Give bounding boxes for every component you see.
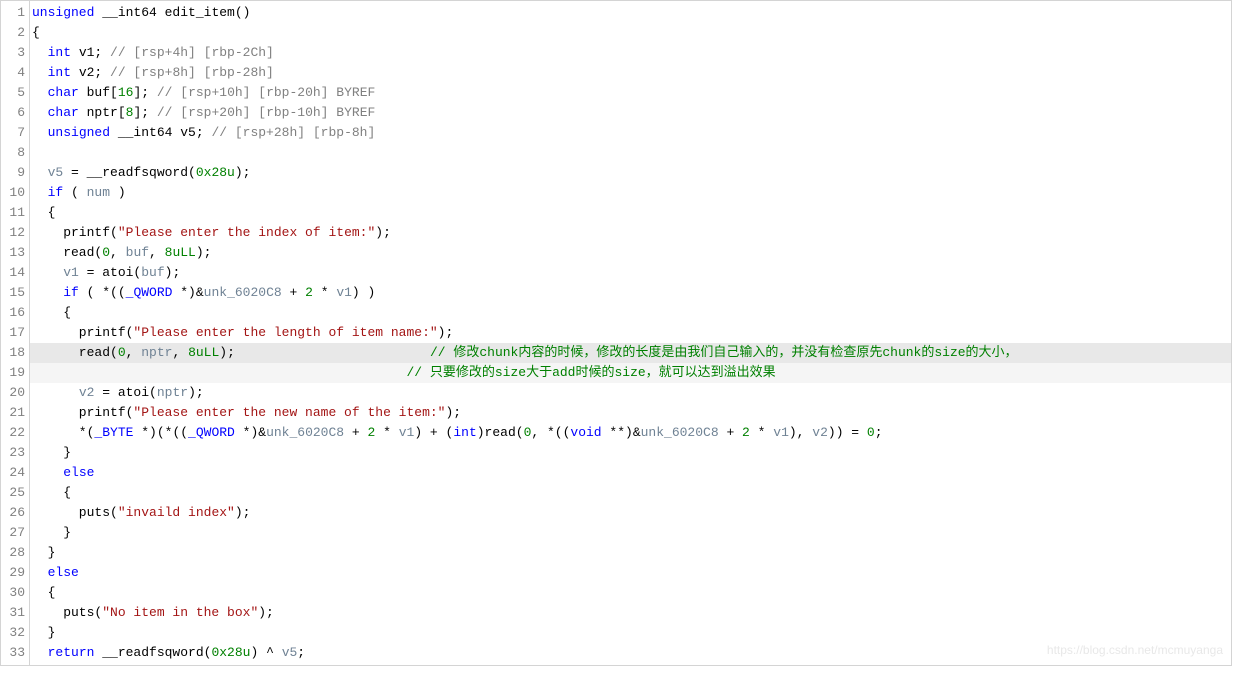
line-number: 5 [7, 83, 25, 103]
line-number: 11 [7, 203, 25, 223]
line-number: 12 [7, 223, 25, 243]
code-line[interactable]: return __readfsqword(0x28u) ^ v5; [30, 643, 1231, 663]
code-line[interactable]: int v1; // [rsp+4h] [rbp-2Ch] [30, 43, 1231, 63]
code-line[interactable]: { [30, 303, 1231, 323]
code-line[interactable]: printf("Please enter the length of item … [30, 323, 1231, 343]
code-line[interactable]: read(0, nptr, 8uLL); // 修改chunk内容的时候，修改的… [30, 343, 1231, 363]
line-number: 24 [7, 463, 25, 483]
code-line[interactable]: puts("invaild index"); [30, 503, 1231, 523]
code-line[interactable]: unsigned __int64 v5; // [rsp+28h] [rbp-8… [30, 123, 1231, 143]
line-number-gutter: 1234567891011121314151617181920212223242… [1, 1, 30, 665]
code-line[interactable]: char nptr[8]; // [rsp+20h] [rbp-10h] BYR… [30, 103, 1231, 123]
code-line[interactable]: puts("No item in the box"); [30, 603, 1231, 623]
line-number: 10 [7, 183, 25, 203]
code-line[interactable]: printf("Please enter the index of item:"… [30, 223, 1231, 243]
line-number: 16 [7, 303, 25, 323]
code-line[interactable]: int v2; // [rsp+8h] [rbp-28h] [30, 63, 1231, 83]
line-number: 20 [7, 383, 25, 403]
code-line[interactable]: } [30, 543, 1231, 563]
code-line[interactable]: { [30, 483, 1231, 503]
code-line[interactable]: { [30, 583, 1231, 603]
code-line[interactable]: } [30, 623, 1231, 643]
code-line[interactable]: } [30, 523, 1231, 543]
line-number: 15 [7, 283, 25, 303]
code-line[interactable]: else [30, 463, 1231, 483]
line-number: 21 [7, 403, 25, 423]
code-line[interactable]: else [30, 563, 1231, 583]
code-line[interactable]: *(_BYTE *)(*((_QWORD *)&unk_6020C8 + 2 *… [30, 423, 1231, 443]
line-number: 7 [7, 123, 25, 143]
line-number: 23 [7, 443, 25, 463]
line-number: 26 [7, 503, 25, 523]
code-line[interactable]: v2 = atoi(nptr); [30, 383, 1231, 403]
line-number: 19 [7, 363, 25, 383]
line-number: 6 [7, 103, 25, 123]
line-number: 13 [7, 243, 25, 263]
line-number: 32 [7, 623, 25, 643]
code-editor[interactable]: 1234567891011121314151617181920212223242… [0, 0, 1232, 666]
code-line[interactable]: char buf[16]; // [rsp+10h] [rbp-20h] BYR… [30, 83, 1231, 103]
code-line[interactable]: { [30, 203, 1231, 223]
line-number: 29 [7, 563, 25, 583]
line-number: 9 [7, 163, 25, 183]
line-number: 14 [7, 263, 25, 283]
code-line[interactable]: read(0, buf, 8uLL); [30, 243, 1231, 263]
line-number: 33 [7, 643, 25, 663]
line-number: 18 [7, 343, 25, 363]
line-number: 4 [7, 63, 25, 83]
code-area[interactable]: unsigned __int64 edit_item(){ int v1; //… [30, 1, 1231, 665]
line-number: 30 [7, 583, 25, 603]
line-number: 28 [7, 543, 25, 563]
line-number: 17 [7, 323, 25, 343]
line-number: 8 [7, 143, 25, 163]
code-line[interactable]: } [30, 443, 1231, 463]
line-number: 27 [7, 523, 25, 543]
line-number: 31 [7, 603, 25, 623]
code-line[interactable]: unsigned __int64 edit_item() [30, 3, 1231, 23]
code-line[interactable]: if ( *((_QWORD *)&unk_6020C8 + 2 * v1) ) [30, 283, 1231, 303]
line-number: 25 [7, 483, 25, 503]
line-number: 2 [7, 23, 25, 43]
code-line[interactable]: v5 = __readfsqword(0x28u); [30, 163, 1231, 183]
line-number: 1 [7, 3, 25, 23]
code-line[interactable]: { [30, 23, 1231, 43]
code-line[interactable]: // 只要修改的size大于add时候的size，就可以达到溢出效果 [30, 363, 1231, 383]
code-line[interactable]: if ( num ) [30, 183, 1231, 203]
code-line[interactable]: printf("Please enter the new name of the… [30, 403, 1231, 423]
code-line[interactable]: v1 = atoi(buf); [30, 263, 1231, 283]
line-number: 22 [7, 423, 25, 443]
line-number: 3 [7, 43, 25, 63]
code-line[interactable] [30, 143, 1231, 163]
